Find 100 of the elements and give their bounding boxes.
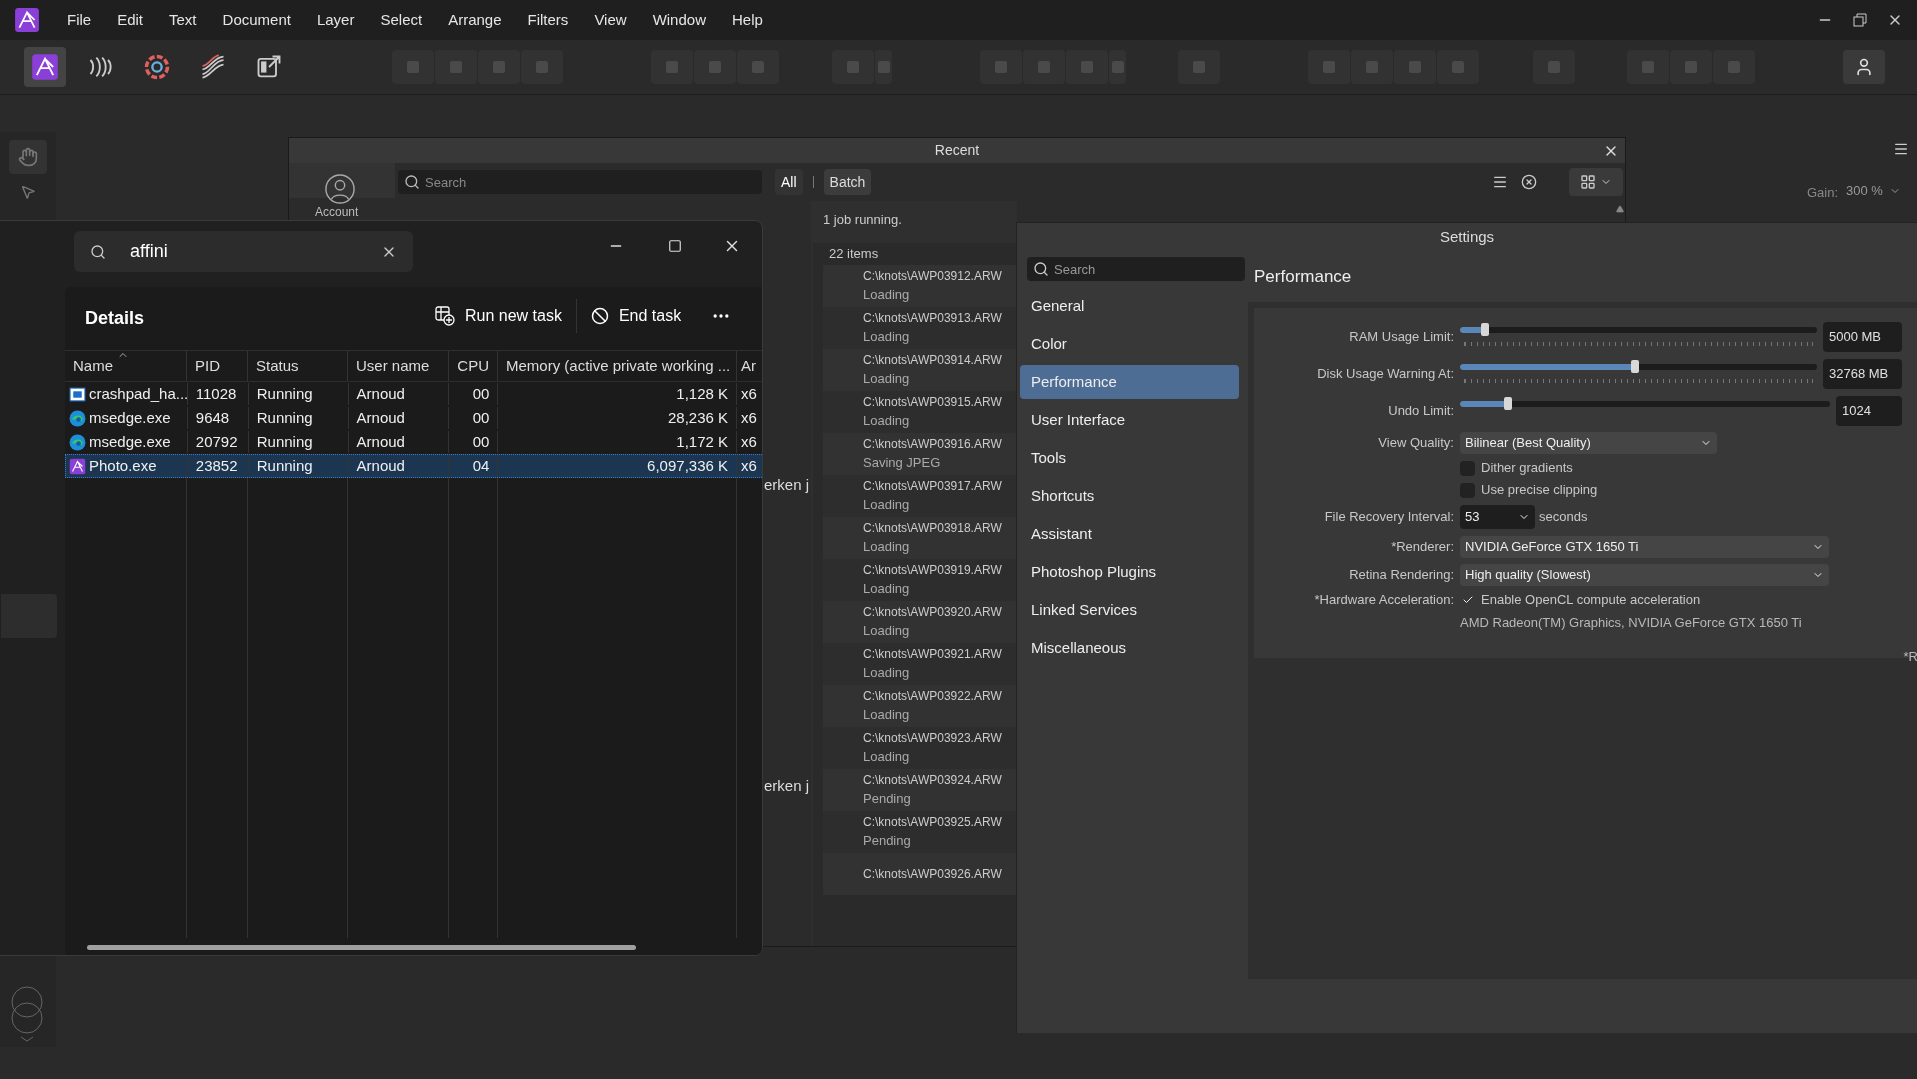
menu-item[interactable]: Document — [209, 0, 304, 40]
column-header[interactable]: Name — [65, 351, 187, 381]
job-path: C:\knots\AWP03921.ARW — [863, 646, 1002, 664]
interval-dropdown[interactable]: 53 — [1460, 505, 1535, 529]
settings-nav-item[interactable]: User Interface — [1020, 403, 1239, 437]
section-heading: Performance — [1254, 266, 1352, 288]
settings-nav-item[interactable]: General — [1020, 289, 1239, 323]
job-path: C:\knots\AWP03917.ARW — [863, 478, 1002, 496]
job-row[interactable]: C:\knots\AWP03924.ARW Pending — [823, 769, 1017, 811]
job-path: C:\knots\AWP03915.ARW — [863, 394, 1002, 412]
value-field[interactable]: 32768 MB — [1823, 358, 1902, 389]
menu-item[interactable]: Text — [156, 0, 210, 40]
settings-nav-item[interactable]: Performance — [1020, 365, 1239, 399]
column-header[interactable]: User name — [348, 351, 449, 381]
job-state: Loading — [863, 496, 910, 515]
menu-item[interactable]: Help — [719, 0, 776, 40]
setting-label: Retina Rendering: — [1349, 566, 1454, 585]
checkbox-label: Enable OpenCL compute acceleration — [1481, 591, 1701, 610]
job-row[interactable]: C:\knots\AWP03912.ARW Loading — [823, 265, 1017, 307]
table-cell: Running — [248, 455, 349, 477]
job-row[interactable]: C:\knots\AWP03914.ARW Loading — [823, 349, 1017, 391]
settings-nav-item[interactable]: Assistant — [1020, 517, 1239, 551]
table-cell: msedge.exe — [66, 431, 188, 453]
process-row[interactable]: Photo.exe 23852 Running Arnoud 04 6,097,336 K x6 — [65, 454, 762, 478]
table-cell: x6 — [737, 383, 762, 405]
value-field[interactable]: 5000 MB — [1823, 321, 1902, 352]
table-cell: 9648 — [187, 407, 249, 429]
filter-tab[interactable]: All — [775, 169, 803, 195]
menu-item[interactable]: Filters — [514, 0, 582, 40]
table-cell: 23852 — [187, 455, 249, 477]
account-label: Account — [315, 205, 359, 219]
table-cell: Running — [248, 407, 349, 429]
settings-nav-item[interactable]: Photoshop Plugins — [1020, 555, 1239, 589]
job-path: C:\knots\AWP03925.ARW — [863, 814, 1002, 832]
setting-label: Undo Limit: — [1388, 401, 1454, 420]
job-state: Loading — [863, 664, 910, 683]
settings-nav-item[interactable]: Miscellaneous — [1020, 631, 1239, 665]
dropdown[interactable]: Bilinear (Best Quality) — [1460, 432, 1717, 454]
table-cell: Arnoud — [348, 407, 450, 429]
menu-item[interactable]: File — [54, 0, 105, 40]
gain-label: Gain: — [1807, 184, 1839, 202]
checkbox-label: Use precise clipping — [1481, 481, 1598, 500]
dropdown[interactable]: High quality (Slowest) — [1460, 564, 1829, 586]
table-cell: Running — [248, 431, 349, 453]
gpu-note: AMD Radeon(TM) Graphics, NVIDIA GeForce GTX 1650 Ti — [1460, 614, 1802, 633]
value-field[interactable]: 1024 — [1836, 395, 1902, 426]
job-row[interactable]: C:\knots\AWP03916.ARW Saving JPEG — [823, 433, 1017, 475]
menu-item[interactable]: Edit — [104, 0, 157, 40]
search-field[interactable]: affini — [74, 231, 413, 272]
search-field[interactable]: Search — [398, 170, 762, 194]
gain-dropdown[interactable]: 300 % — [1846, 181, 1901, 201]
column-header[interactable]: Status — [248, 351, 348, 381]
unit-label: seconds — [1539, 508, 1588, 527]
job-state: Loading — [863, 706, 910, 725]
settings-nav-item[interactable]: Linked Services — [1020, 593, 1239, 627]
table-cell: 11028 — [187, 383, 249, 405]
search-field[interactable]: Search — [1027, 257, 1245, 281]
job-row[interactable]: C:\knots\AWP03920.ARW Loading — [823, 601, 1017, 643]
job-state: Loading — [863, 748, 910, 767]
setting-label: *Hardware Acceleration: — [1314, 591, 1454, 610]
job-status: 1 job running. — [823, 211, 902, 230]
process-row[interactable]: crashpad_ha... 11028 Running Arnoud 00 1,128 K x6 — [65, 382, 762, 406]
job-row[interactable]: C:\knots\AWP03926.ARW — [823, 853, 1017, 895]
job-row[interactable]: C:\knots\AWP03922.ARW Loading — [823, 685, 1017, 727]
toolbar-action[interactable]: Run new task — [435, 304, 562, 328]
settings-nav-item[interactable]: Color — [1020, 327, 1239, 361]
table-cell: msedge.exe — [66, 407, 188, 429]
setting-label: RAM Usage Limit: — [1349, 327, 1454, 346]
job-path: C:\knots\AWP03923.ARW — [863, 730, 1002, 748]
toolbar-action[interactable]: End task — [590, 304, 682, 328]
job-state: Saving JPEG — [863, 454, 941, 473]
job-path: C:\knots\AWP03922.ARW — [863, 688, 1002, 706]
setting-label: View Quality: — [1378, 434, 1454, 453]
column-header[interactable]: Ar — [737, 351, 762, 381]
filter-tab[interactable]: Batch — [823, 169, 872, 195]
table-cell: 6,097,336 K — [498, 455, 737, 477]
dropdown[interactable]: NVIDIA GeForce GTX 1650 Ti — [1460, 536, 1829, 558]
menu-item[interactable]: View — [581, 0, 640, 40]
column-header[interactable]: PID — [187, 351, 248, 381]
table-cell: 20792 — [187, 431, 249, 453]
table-cell: Photo.exe — [66, 455, 188, 477]
column-header[interactable]: Memory (active private working ... — [498, 351, 737, 381]
table-cell: Arnoud — [348, 383, 450, 405]
menu-item[interactable]: Arrange — [435, 0, 515, 40]
job-path: C:\knots\AWP03920.ARW — [863, 604, 1002, 622]
column-header[interactable]: CPU — [449, 351, 498, 381]
table-cell: Arnoud — [348, 431, 450, 453]
job-path: C:\knots\AWP03913.ARW — [863, 310, 1002, 328]
menu-item[interactable]: Window — [639, 0, 719, 40]
window-title: Settings — [1439, 226, 1495, 247]
table-cell: crashpad_ha... — [66, 383, 188, 405]
process-row[interactable]: msedge.exe 9648 Running Arnoud 00 28,236 K x6 — [65, 406, 762, 430]
table-cell: Running — [248, 383, 349, 405]
job-path: C:\knots\AWP03919.ARW — [863, 562, 1002, 580]
settings-nav-item[interactable]: Shortcuts — [1020, 479, 1239, 513]
menu-item[interactable]: Layer — [303, 0, 368, 40]
job-row[interactable]: C:\knots\AWP03918.ARW Loading — [823, 517, 1017, 559]
settings-nav-item[interactable]: Tools — [1020, 441, 1239, 475]
process-row[interactable]: msedge.exe 20792 Running Arnoud 00 1,172 K x6 — [65, 430, 762, 454]
menu-item[interactable]: Select — [367, 0, 436, 40]
